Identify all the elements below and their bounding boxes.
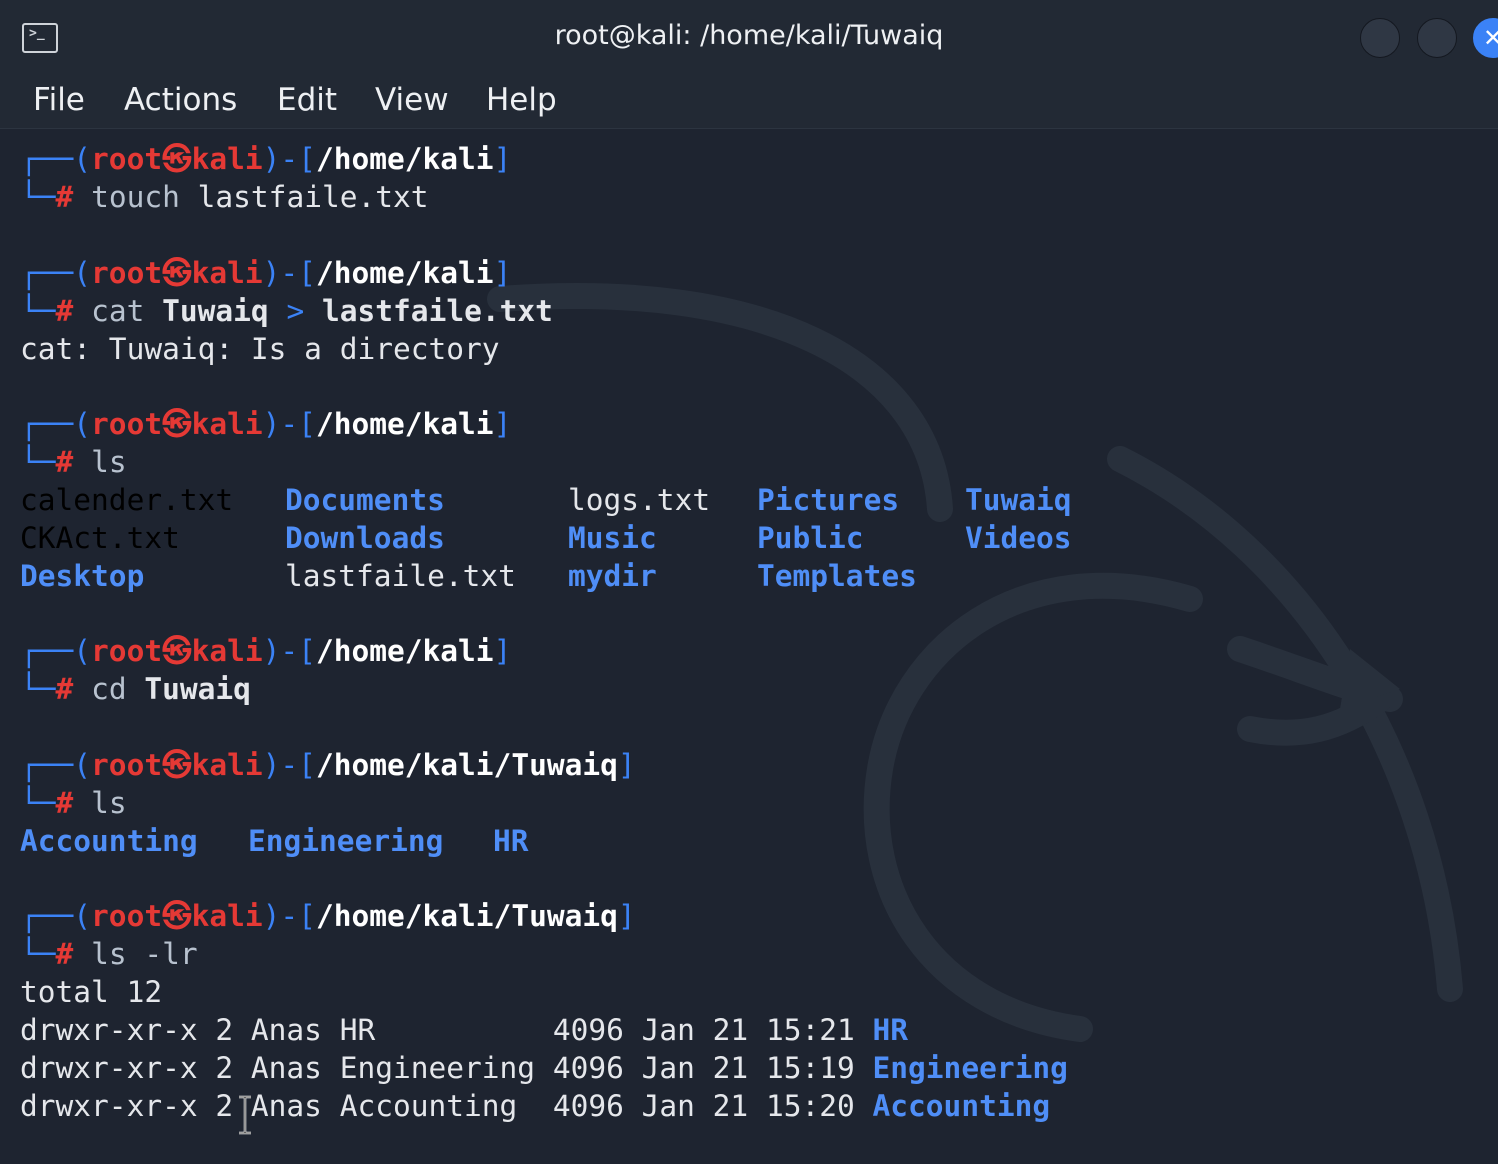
prompt-line: ┌──(root㉿kali)-[/home/kali] [20, 407, 512, 441]
terminal-output[interactable]: ┌──(root㉿kali)-[/home/kali] └─# touch la… [0, 129, 1498, 1164]
menu-edit[interactable]: Edit [277, 82, 337, 118]
ls-file: lastfaile.txt [285, 559, 516, 593]
ls-total: total 12 [20, 975, 163, 1009]
menu-file[interactable]: File [33, 82, 85, 118]
ls-dir: Public [757, 521, 864, 555]
prompt-line: ┌──(root㉿kali)-[/home/kali] [20, 634, 512, 668]
ls-file: CKAct.txt [20, 521, 180, 555]
ls-file: calender.txt [20, 483, 234, 517]
menu-help[interactable]: Help [486, 82, 557, 118]
ls-dir: Tuwaiq [965, 483, 1072, 517]
command-line: └─# ls [20, 786, 127, 820]
ls-dir: Music [568, 521, 657, 555]
prompt-line: ┌──(root㉿kali)-[/home/kali/Tuwaiq] [20, 899, 636, 933]
ls-long-row: drwxr-xr-x 2 Anas Engineering 4096 Jan 2… [20, 1051, 1068, 1085]
ls-dir: Documents [285, 483, 445, 517]
prompt-line: ┌──(root㉿kali)-[/home/kali] [20, 142, 512, 176]
error-output: cat: Tuwaiq: Is a directory [20, 332, 500, 366]
ls-dir: HR [493, 824, 529, 858]
command-line: └─# cat Tuwaiq > lastfaile.txt [20, 294, 553, 328]
command-line: └─# cd Tuwaiq [20, 672, 251, 706]
ls-dir: Templates [757, 559, 917, 593]
ls-dir: Engineering [248, 824, 444, 858]
window-title: root@kali: /home/kali/Tuwaiq [554, 20, 944, 51]
maximize-button[interactable] [1417, 18, 1457, 58]
prompt-line: ┌──(root㉿kali)-[/home/kali/Tuwaiq] [20, 748, 636, 782]
ls-dir: Downloads [285, 521, 445, 555]
ls-dir: Pictures [757, 483, 900, 517]
command-line: └─# ls -lr [20, 937, 198, 971]
title-bar[interactable]: >_ root@kali: /home/kali/Tuwaiq ✕ [0, 0, 1498, 78]
command-line: └─# touch lastfaile.txt [20, 180, 429, 214]
ls-dir: Videos [965, 521, 1072, 555]
ls-dir: Desktop [20, 559, 145, 593]
command-line: └─# ls [20, 445, 127, 479]
terminal-window: >_ root@kali: /home/kali/Tuwaiq ✕ File A… [0, 0, 1498, 1164]
menu-bar: File Actions Edit View Help [0, 78, 1498, 129]
minimize-button[interactable] [1360, 18, 1400, 58]
ls-dir: Accounting [20, 824, 198, 858]
text-cursor-icon [239, 1095, 251, 1135]
prompt-line: ┌──(root㉿kali)-[/home/kali] [20, 256, 512, 290]
ls-long-row: drwxr-xr-x 2 Anas HR 4096 Jan 21 15:21 H… [20, 1013, 909, 1047]
menu-view[interactable]: View [375, 82, 449, 118]
ls-file: logs.txt [568, 483, 711, 517]
menu-actions[interactable]: Actions [124, 82, 237, 118]
ls-long-row: drwxr-xr-x 2 Anas Accounting 4096 Jan 21… [20, 1089, 1051, 1123]
ls-dir: mydir [568, 559, 657, 593]
